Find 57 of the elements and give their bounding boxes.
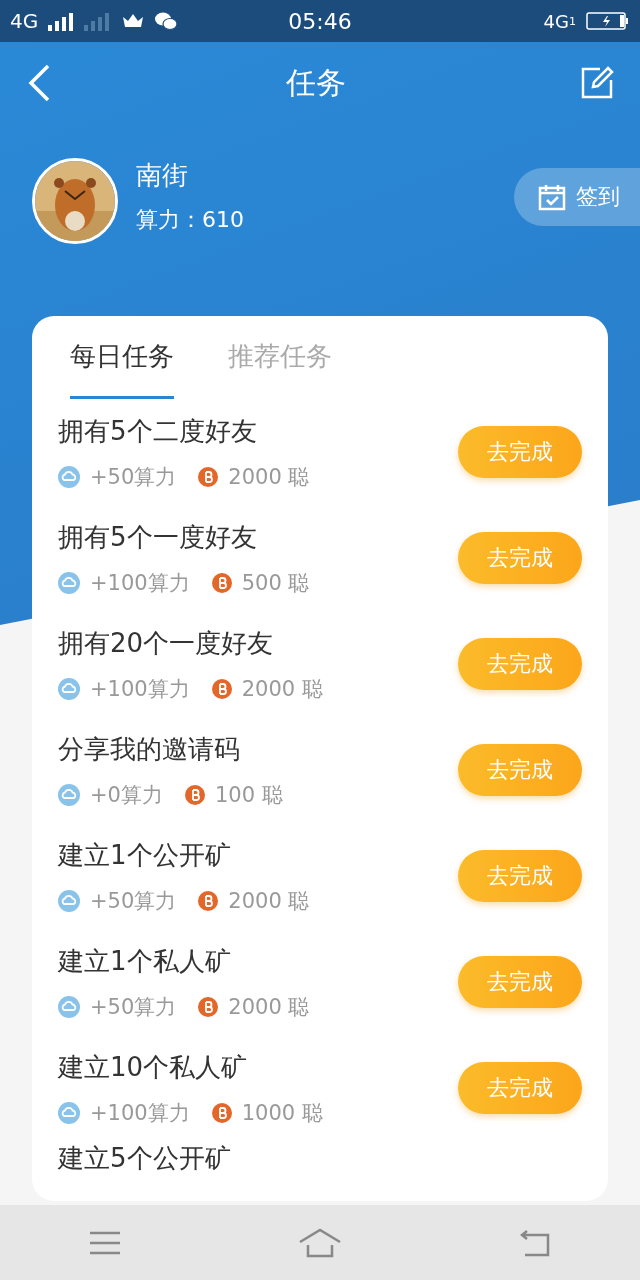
complete-button[interactable]: 去完成 (458, 426, 582, 478)
bitcoin-icon (211, 572, 232, 593)
coin-reward: 2000 聪 (228, 887, 310, 915)
complete-button[interactable]: 去完成 (458, 638, 582, 690)
task-title: 建立10个私人矿 (58, 1050, 249, 1084)
task-title: 建立5个公开矿 (58, 1142, 231, 1175)
coin-reward: 2000 聪 (228, 463, 310, 491)
checkin-button[interactable]: 签到 (514, 168, 640, 226)
coin-reward: 500 聪 (241, 569, 310, 597)
cloud-icon (58, 783, 80, 806)
task-tab[interactable]: 推荐任务 (228, 316, 332, 399)
power-reward: +100算力 (90, 675, 190, 703)
complete-button[interactable]: 去完成 (458, 1062, 582, 1114)
user-name: 南街 (136, 159, 189, 192)
chat-icon (154, 11, 179, 31)
power-label: 算力：610 (136, 206, 245, 234)
clock-time: 05:46 (288, 8, 352, 34)
coin-reward: 1000 聪 (241, 1099, 323, 1127)
power-reward: +50算力 (90, 993, 177, 1021)
network-label: 4G (543, 10, 569, 32)
cloud-icon (58, 889, 80, 912)
task-title: 拥有5个一度好友 (58, 520, 258, 554)
sim-label: 1 (569, 14, 576, 28)
cloud-icon (58, 1101, 80, 1124)
power-reward: +100算力 (90, 569, 190, 597)
power-reward: +50算力 (90, 463, 177, 491)
bitcoin-icon (184, 784, 205, 805)
task-title: 拥有5个二度好友 (58, 414, 258, 448)
complete-button[interactable]: 去完成 (458, 956, 582, 1008)
power-reward: +50算力 (90, 887, 177, 915)
cloud-icon (58, 465, 80, 488)
complete-button[interactable]: 去完成 (458, 850, 582, 902)
bitcoin-icon (211, 1102, 232, 1123)
bitcoin-icon (211, 678, 232, 699)
complete-button[interactable]: 去完成 (458, 532, 582, 584)
cloud-icon (58, 571, 80, 594)
task-title: 建立1个私人矿 (58, 944, 232, 978)
task-title: 分享我的邀请码 (58, 732, 241, 766)
coin-reward: 100 聪 (214, 781, 283, 809)
page-title: 任务 (286, 63, 346, 102)
task-title: 拥有20个一度好友 (58, 626, 275, 660)
task-tab[interactable]: 每日任务 (70, 316, 174, 399)
cloud-icon (58, 995, 80, 1018)
crown-icon (122, 13, 145, 29)
power-reward: +0算力 (90, 781, 163, 809)
cloud-icon (58, 677, 80, 700)
bitcoin-icon (198, 890, 219, 911)
coin-reward: 2000 聪 (241, 675, 323, 703)
complete-button[interactable]: 去完成 (458, 744, 582, 796)
calendar-icon (538, 183, 566, 211)
bitcoin-icon (198, 996, 219, 1017)
task-title: 建立1个公开矿 (58, 838, 232, 872)
bitcoin-icon (198, 466, 219, 487)
network-label: 4G (10, 9, 39, 33)
power-reward: +100算力 (90, 1099, 190, 1127)
coin-reward: 2000 聪 (228, 993, 310, 1021)
battery-icon (586, 11, 630, 31)
